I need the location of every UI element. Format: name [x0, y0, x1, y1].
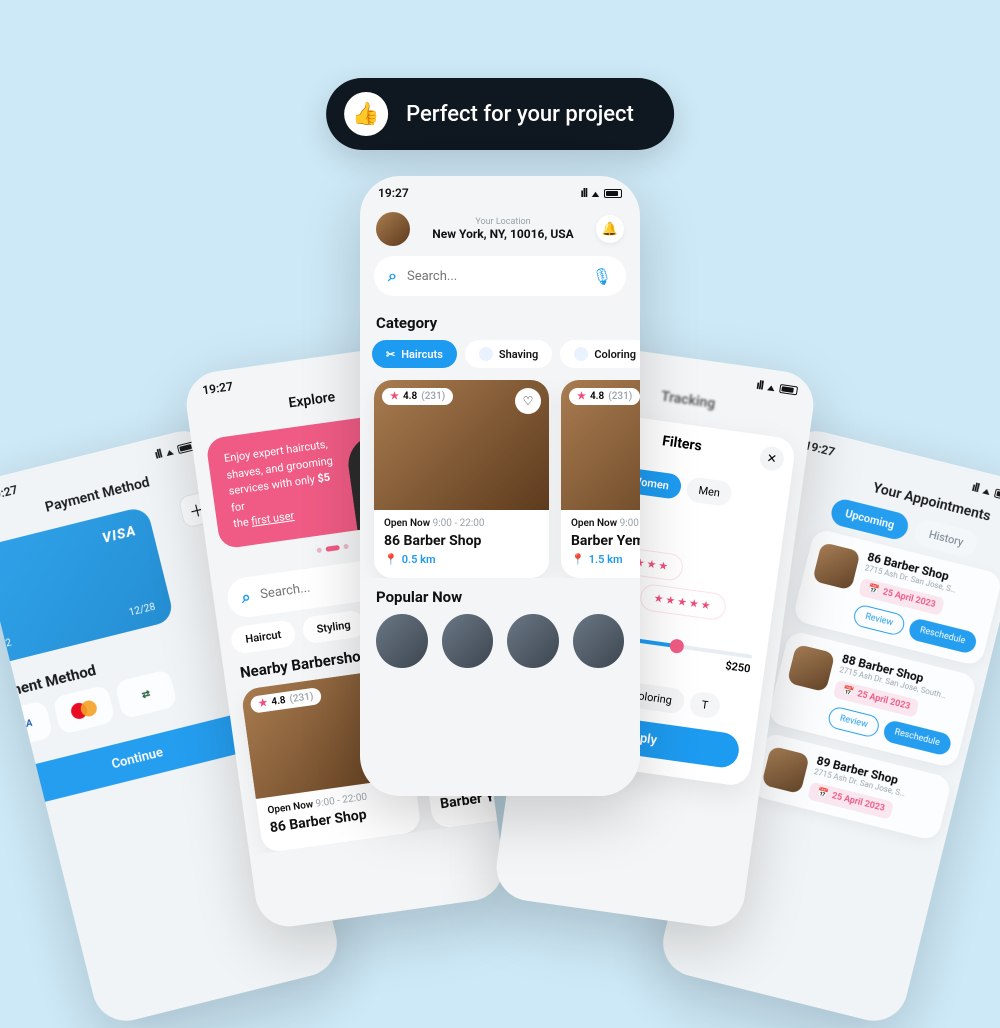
rating-value: 4.8	[403, 391, 417, 402]
mastercard-icon	[69, 699, 98, 721]
star-icon: ★	[390, 391, 399, 402]
rating-count: (231)	[421, 391, 445, 402]
location-button[interactable]: Your Location New York, NY, 10016, USA	[420, 217, 586, 241]
popular-avatar[interactable]	[573, 614, 625, 668]
wifi-icon	[163, 443, 175, 459]
location-value: New York, NY, 10016, USA	[420, 227, 586, 241]
wifi-icon	[766, 379, 777, 394]
shop-image: ★ 4.8 (231) ♡	[374, 380, 549, 510]
popular-avatar[interactable]	[442, 614, 494, 668]
status-time: 19:27	[378, 186, 409, 200]
battery-icon	[604, 189, 622, 198]
service-more[interactable]: T	[688, 691, 722, 720]
rating-badge: ★ 4.8 (231)	[569, 388, 640, 405]
review-button[interactable]: Review	[827, 705, 881, 739]
scissors-icon: ✂	[386, 348, 395, 361]
pin-icon: 📍	[384, 553, 398, 566]
hero-text: Perfect for your project	[406, 102, 634, 127]
hours-label: 9:00 - 22:00	[433, 518, 485, 529]
location-label: Your Location	[420, 217, 586, 227]
battery-icon	[994, 488, 1000, 501]
notifications-button[interactable]: 🔔	[596, 215, 624, 243]
search-icon: ⌕	[388, 266, 397, 286]
distance: 📍1.5 km	[571, 553, 640, 566]
user-avatar[interactable]	[376, 212, 410, 246]
rating-badge: ★ 4.8 (231)	[382, 388, 453, 405]
open-label: Open Now	[384, 518, 430, 529]
shop-name: Barber Yemeni	[571, 533, 640, 549]
shop-image: ★ 4.8 (231)	[561, 380, 640, 510]
razor-icon	[479, 347, 493, 361]
star-icon: ★	[258, 697, 268, 709]
category-shaving[interactable]: Shaving	[465, 340, 552, 368]
brush-icon	[574, 347, 588, 361]
card-number: •••• 194722	[0, 637, 13, 660]
distance: 📍0.5 km	[384, 553, 539, 566]
explore-title-text: Explore	[288, 389, 337, 411]
search-input[interactable]	[407, 269, 582, 284]
search-bar[interactable]: ⌕ 🎙	[374, 256, 626, 296]
wifi-icon	[591, 186, 600, 200]
phone-home: 19:27 Your Location New York, NY, 10016,…	[360, 176, 640, 796]
pin-icon: 📍	[571, 553, 585, 566]
rating-badge: ★ 4.8 (231)	[249, 686, 322, 713]
wifi-icon	[981, 482, 993, 498]
signal-icon	[755, 378, 764, 393]
category-haircuts[interactable]: ✂Haircuts	[372, 340, 457, 368]
shop-card[interactable]: ★ 4.8 (231) Open Now 9:00 - 22:00 Barber…	[561, 380, 640, 578]
rating-value: 4.8	[271, 694, 287, 707]
card-expiry: 12/28	[128, 602, 156, 619]
close-button[interactable]: ✕	[758, 445, 785, 472]
signal-icon	[580, 186, 587, 200]
battery-icon	[779, 383, 798, 394]
popular-avatar[interactable]	[507, 614, 559, 668]
stars-5[interactable]: ★★★★★	[639, 583, 727, 622]
shop-thumb	[812, 541, 860, 589]
review-button[interactable]: Review	[852, 603, 906, 637]
shop-card[interactable]: ★ 4.8 (231) ♡ Open Now 9:00 - 22:00 86 B…	[374, 380, 549, 578]
star-icon: ★	[577, 391, 586, 402]
rating-count: (231)	[289, 691, 314, 705]
shop-name: 86 Barber Shop	[384, 533, 539, 549]
mic-icon[interactable]: 🎙	[592, 267, 612, 286]
open-label: Open Now	[267, 799, 314, 816]
status-bar: 19:27	[360, 176, 640, 204]
hero-pill: 👍 Perfect for your project	[326, 78, 674, 150]
calendar-icon: 📅	[816, 787, 829, 799]
shop-thumb	[761, 745, 809, 793]
favorite-button[interactable]: ♡	[515, 388, 541, 414]
popular-heading: Popular Now	[360, 578, 640, 614]
shop-thumb	[787, 643, 835, 691]
status-time: 19:27	[201, 379, 233, 397]
calendar-icon: 📅	[867, 584, 880, 596]
open-label: Open Now	[571, 518, 617, 529]
method-visa[interactable]: VISA	[0, 700, 54, 750]
popular-avatar[interactable]	[376, 614, 428, 668]
calendar-icon: 📅	[841, 685, 854, 697]
gender-men[interactable]: Men	[685, 476, 734, 507]
rating-count: (231)	[608, 391, 632, 402]
thumbs-up-icon: 👍	[344, 92, 388, 136]
category-coloring[interactable]: Coloring	[560, 340, 640, 368]
hours-label: 9:00 - 22:00	[620, 518, 640, 529]
rating-value: 4.8	[590, 391, 604, 402]
category-heading: Category	[360, 304, 640, 340]
search-icon: ⌕	[240, 586, 252, 607]
